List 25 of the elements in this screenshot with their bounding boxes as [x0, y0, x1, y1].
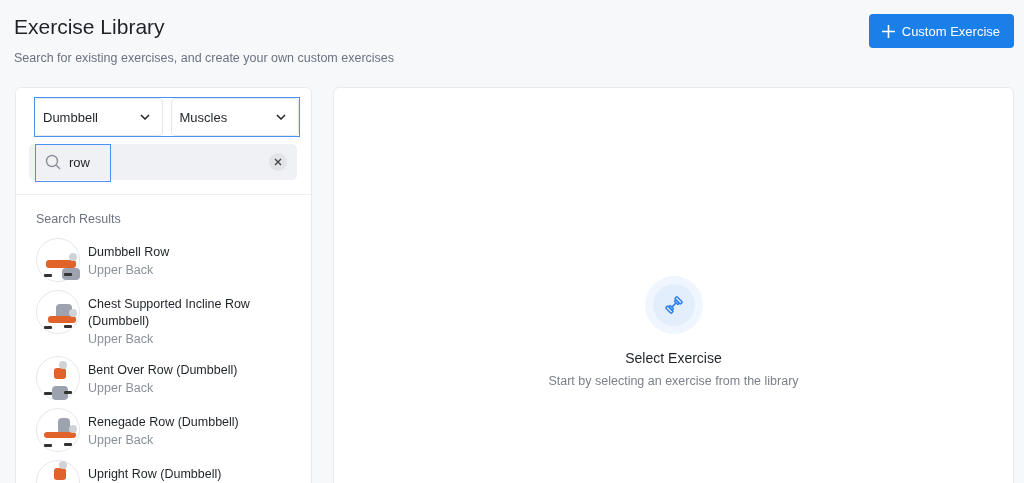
search-input[interactable]: row [69, 154, 129, 170]
close-icon [274, 158, 282, 166]
page-subtitle: Search for existing exercises, and create your own custom exercises [14, 51, 395, 65]
filter-dropdown[interactable]: Dumbbell [34, 98, 163, 136]
section-heading: Search Results [36, 212, 122, 226]
clear-button[interactable] [269, 153, 287, 171]
muscle-group: Upper Back [88, 261, 170, 279]
exercise-name[interactable]: Chest Supported Incline Row (Dumbbell) [88, 296, 278, 330]
plus-icon [881, 24, 895, 38]
page-title: Exercise Library [14, 15, 166, 39]
search-icon [45, 154, 61, 170]
empty-state-title: Select Exercise [625, 350, 722, 366]
muscle-group: Upper Back [88, 431, 239, 449]
custom-exercise-button[interactable]: Custom Exercise [868, 14, 1014, 48]
exercise-name[interactable]: Bent Over Row (Dumbbell) [88, 362, 238, 379]
exercise-name[interactable]: Renegade Row (Dumbbell) [88, 414, 239, 431]
muscle-group: Upper Back [88, 330, 278, 348]
filter-dropdown[interactable]: Muscles [170, 98, 299, 136]
empty-state-text: Start by selecting an exercise from the library [548, 374, 799, 388]
exercise-name[interactable]: Upright Row (Dumbbell) [88, 466, 222, 483]
dumbbell-icon [663, 295, 684, 315]
muscle-group: Upper Back [88, 379, 238, 397]
exercise-name[interactable]: Dumbbell Row [88, 244, 170, 261]
chevron-down-icon [139, 114, 150, 120]
chevron-down-icon [276, 114, 286, 120]
